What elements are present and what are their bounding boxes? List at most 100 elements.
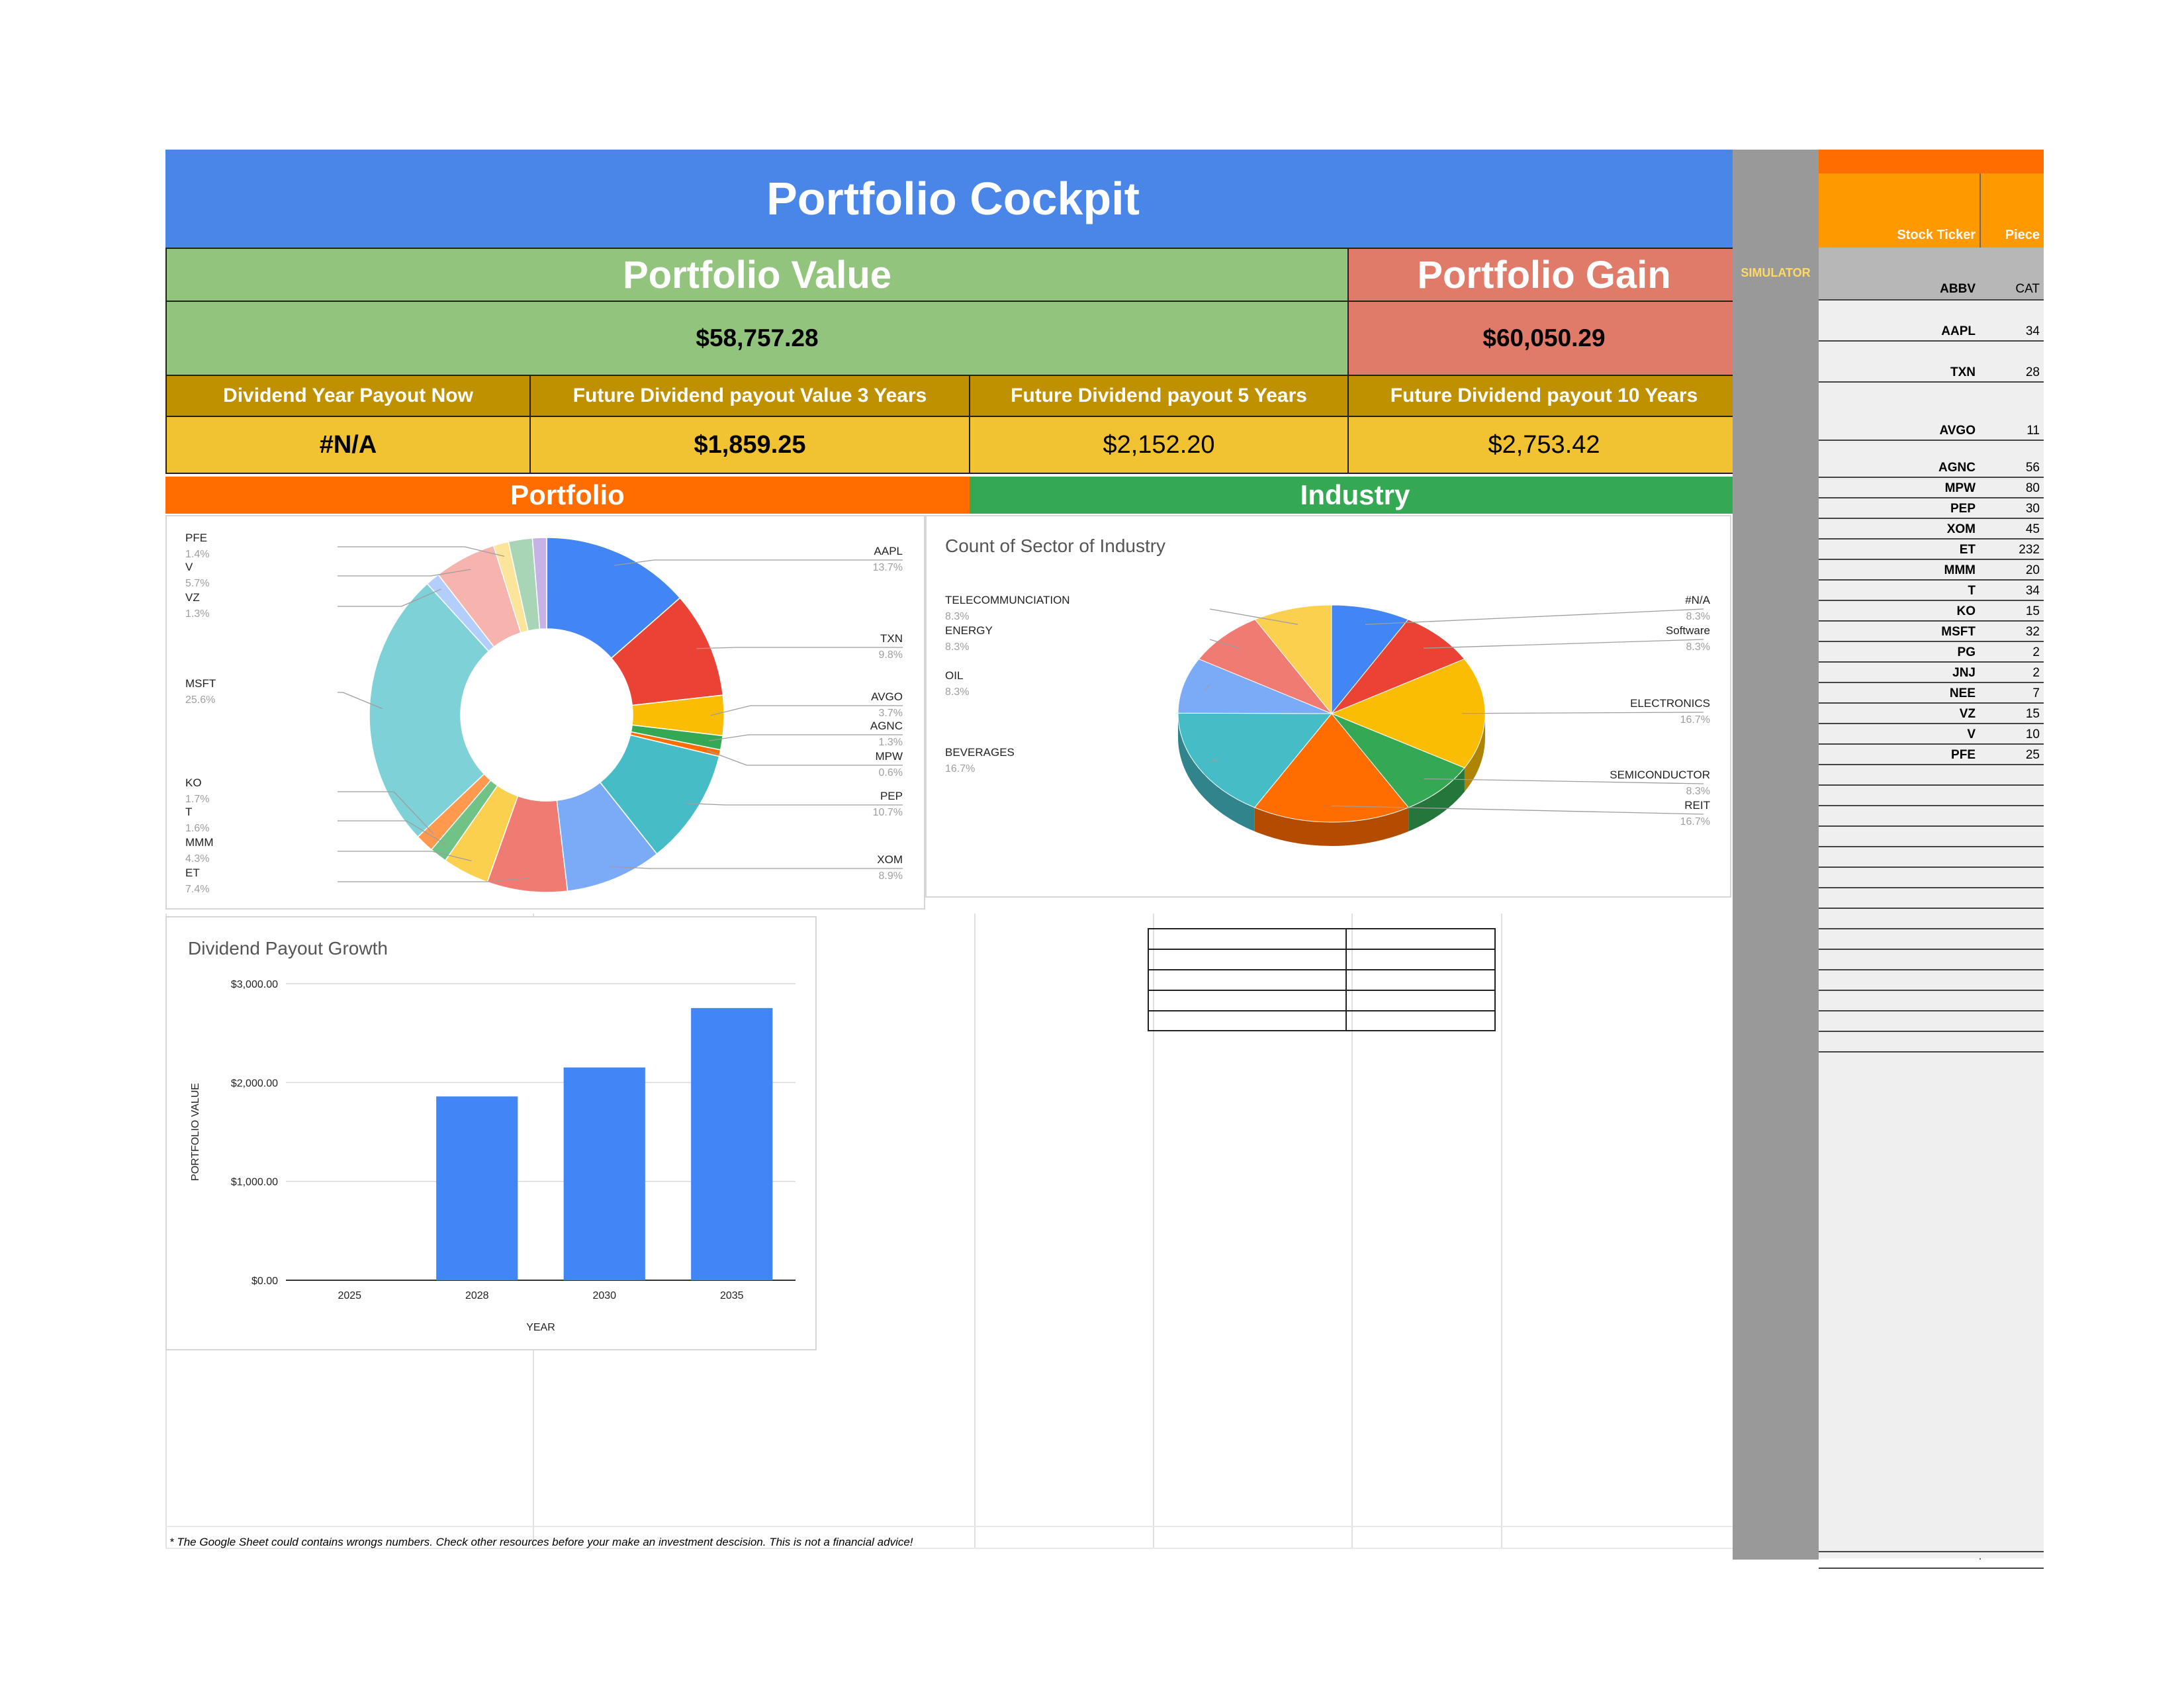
dividend-value-5y[interactable]: $2,152.20 [969, 416, 1349, 474]
sim-empty-row[interactable] [1819, 1032, 2044, 1053]
sim-empty-row[interactable] [1819, 827, 2044, 847]
sim-piece[interactable]: 10 [1981, 727, 2044, 742]
sim-piece[interactable]: 34 [1981, 324, 2044, 339]
sim-row-t[interactable]: T 34 [1819, 581, 2044, 601]
sim-empty-row[interactable] [1819, 970, 2044, 991]
sim-piece[interactable]: 45 [1981, 522, 2044, 537]
sim-ticker[interactable]: MSFT [1819, 625, 1979, 639]
sim-piece[interactable]: 56 [1981, 461, 2044, 475]
page-title: Portfolio Cockpit [766, 173, 1140, 224]
dividend-value-3y[interactable]: $1,859.25 [529, 416, 970, 474]
portfolio-value-amount[interactable]: $58,757.28 [165, 301, 1349, 376]
sim-piece[interactable]: 32 [1981, 625, 2044, 639]
bar-xtick-2028: 2028 [465, 1290, 489, 1301]
sim-row-pep[interactable]: PEP 30 [1819, 498, 2044, 519]
sim-ticker[interactable]: V [1819, 727, 1979, 742]
sim-row-avgo[interactable]: AVGO 11 [1819, 383, 2044, 441]
sim-empty-row[interactable] [1819, 909, 2044, 929]
sim-empty-row[interactable] [1819, 888, 2044, 909]
sim-ticker[interactable]: MMM [1819, 563, 1979, 578]
sim-empty-row[interactable] [1819, 950, 2044, 970]
sim-ticker[interactable]: KO [1819, 604, 1979, 619]
sim-ticker[interactable]: ET [1819, 543, 1979, 557]
sim-piece[interactable]: 25 [1981, 748, 2044, 763]
donut-leader-aapl [614, 559, 903, 566]
sim-row-pfe[interactable]: PFE 25 [1819, 745, 2044, 765]
donut-label-mpw: MPW [875, 750, 903, 763]
sim-piece[interactable]: 15 [1981, 707, 2044, 722]
sim-ticker[interactable]: PFE [1819, 748, 1979, 763]
pie3d-label-oil: OIL [945, 669, 963, 682]
sim-empty-row[interactable] [1819, 765, 2044, 786]
pie3d-leader-software [1424, 639, 1704, 649]
sim-row-v[interactable]: V 10 [1819, 724, 2044, 745]
pie3d-label-reit: REIT [1684, 799, 1710, 812]
sim-row-txn[interactable]: TXN 28 [1819, 342, 2044, 383]
sim-piece[interactable]: 2 [1981, 645, 2044, 660]
sim-ticker[interactable]: PG [1819, 645, 1979, 660]
sim-row-ko[interactable]: KO 15 [1819, 601, 2044, 622]
sim-piece[interactable]: 232 [1981, 543, 2044, 557]
sim-ticker[interactable]: AGNC [1819, 461, 1979, 475]
donut-pct-pep: 10.7% [873, 807, 903, 818]
pie3d-label-software: Software [1666, 624, 1710, 637]
sim-ticker[interactable]: MPW [1819, 481, 1979, 496]
donut-label-agnc: AGNC [870, 720, 903, 732]
bar-ytick-0: $0.00 [251, 1276, 278, 1287]
sim-row-mmm[interactable]: MMM 20 [1819, 560, 2044, 581]
industry-pie-chart[interactable]: Count of Sector of Industry #N/A 8.3% Softw… [925, 515, 1731, 898]
sim-piece[interactable]: 28 [1981, 365, 2044, 380]
bar-2035[interactable] [691, 1008, 773, 1280]
dividend-value-now[interactable]: #N/A [165, 416, 531, 474]
sim-empty-row[interactable] [1819, 806, 2044, 827]
sim-first-row[interactable]: ABBV CAT [1819, 248, 2044, 301]
sim-row-agnc[interactable]: AGNC 56 [1819, 441, 2044, 478]
sim-piece[interactable]: 11 [1981, 424, 2044, 438]
sim-empty-row[interactable] [1819, 929, 2044, 950]
sim-piece[interactable]: 20 [1981, 563, 2044, 578]
sim-empty-row[interactable] [1819, 1548, 2044, 1569]
sim-ticker[interactable]: NEE [1819, 686, 1979, 701]
bar-2030[interactable] [563, 1067, 645, 1280]
sim-first-piece[interactable]: CAT [1981, 282, 2044, 297]
sim-row-et[interactable]: ET 232 [1819, 539, 2044, 560]
sim-piece[interactable]: 34 [1981, 584, 2044, 598]
bar-ytick-2: $2,000.00 [231, 1078, 278, 1089]
sim-empty-row[interactable] [1819, 847, 2044, 868]
sim-row-mpw[interactable]: MPW 80 [1819, 478, 2044, 498]
sim-empty-row[interactable] [1819, 991, 2044, 1011]
sim-piece[interactable]: 15 [1981, 604, 2044, 619]
donut-label-ko: KO [185, 776, 202, 789]
sim-ticker[interactable]: VZ [1819, 707, 1979, 722]
donut-pct-mmm: 4.3% [185, 853, 209, 865]
sim-empty-row[interactable] [1819, 1011, 2044, 1032]
bar-2028[interactable] [436, 1096, 518, 1280]
sim-ticker[interactable]: TXN [1819, 365, 1979, 380]
sim-piece[interactable]: 80 [1981, 481, 2044, 496]
sim-row-pg[interactable]: PG 2 [1819, 642, 2044, 663]
portfolio-gain-amount[interactable]: $60,050.29 [1347, 301, 1741, 376]
bar-xtick-2030: 2030 [592, 1290, 616, 1301]
sim-row-msft[interactable]: MSFT 32 [1819, 622, 2044, 642]
portfolio-donut-chart[interactable]: AAPL 13.7% TXN 9.8% AVGO 3.7% AGNC 1.3% MPW 0.6% P… [165, 515, 925, 910]
sim-piece[interactable]: 2 [1981, 666, 2044, 680]
sim-ticker[interactable]: JNJ [1819, 666, 1979, 680]
sim-first-ticker[interactable]: ABBV [1819, 282, 1979, 297]
sim-row-jnj[interactable]: JNJ 2 [1819, 663, 2044, 683]
sim-piece[interactable]: 30 [1981, 502, 2044, 516]
sim-ticker[interactable]: AAPL [1819, 324, 1979, 339]
sim-ticker[interactable]: PEP [1819, 502, 1979, 516]
dividend-growth-chart[interactable]: Dividend Payout Growth $0.00 $1,000.00 $2,0… [165, 916, 817, 1350]
sim-ticker[interactable]: XOM [1819, 522, 1979, 537]
sim-row-nee[interactable]: NEE 7 [1819, 683, 2044, 704]
sim-row-aapl[interactable]: AAPL 34 [1819, 301, 2044, 342]
portfolio-section-header: Portfolio [165, 477, 970, 514]
sim-row-xom[interactable]: XOM 45 [1819, 519, 2044, 539]
sim-row-vz[interactable]: VZ 15 [1819, 704, 2044, 724]
sim-ticker[interactable]: AVGO [1819, 424, 1979, 438]
sim-empty-row[interactable] [1819, 868, 2044, 888]
sim-empty-row[interactable] [1819, 786, 2044, 806]
dividend-value-10y[interactable]: $2,753.42 [1347, 416, 1741, 474]
sim-piece[interactable]: 7 [1981, 686, 2044, 701]
sim-ticker[interactable]: T [1819, 584, 1979, 598]
